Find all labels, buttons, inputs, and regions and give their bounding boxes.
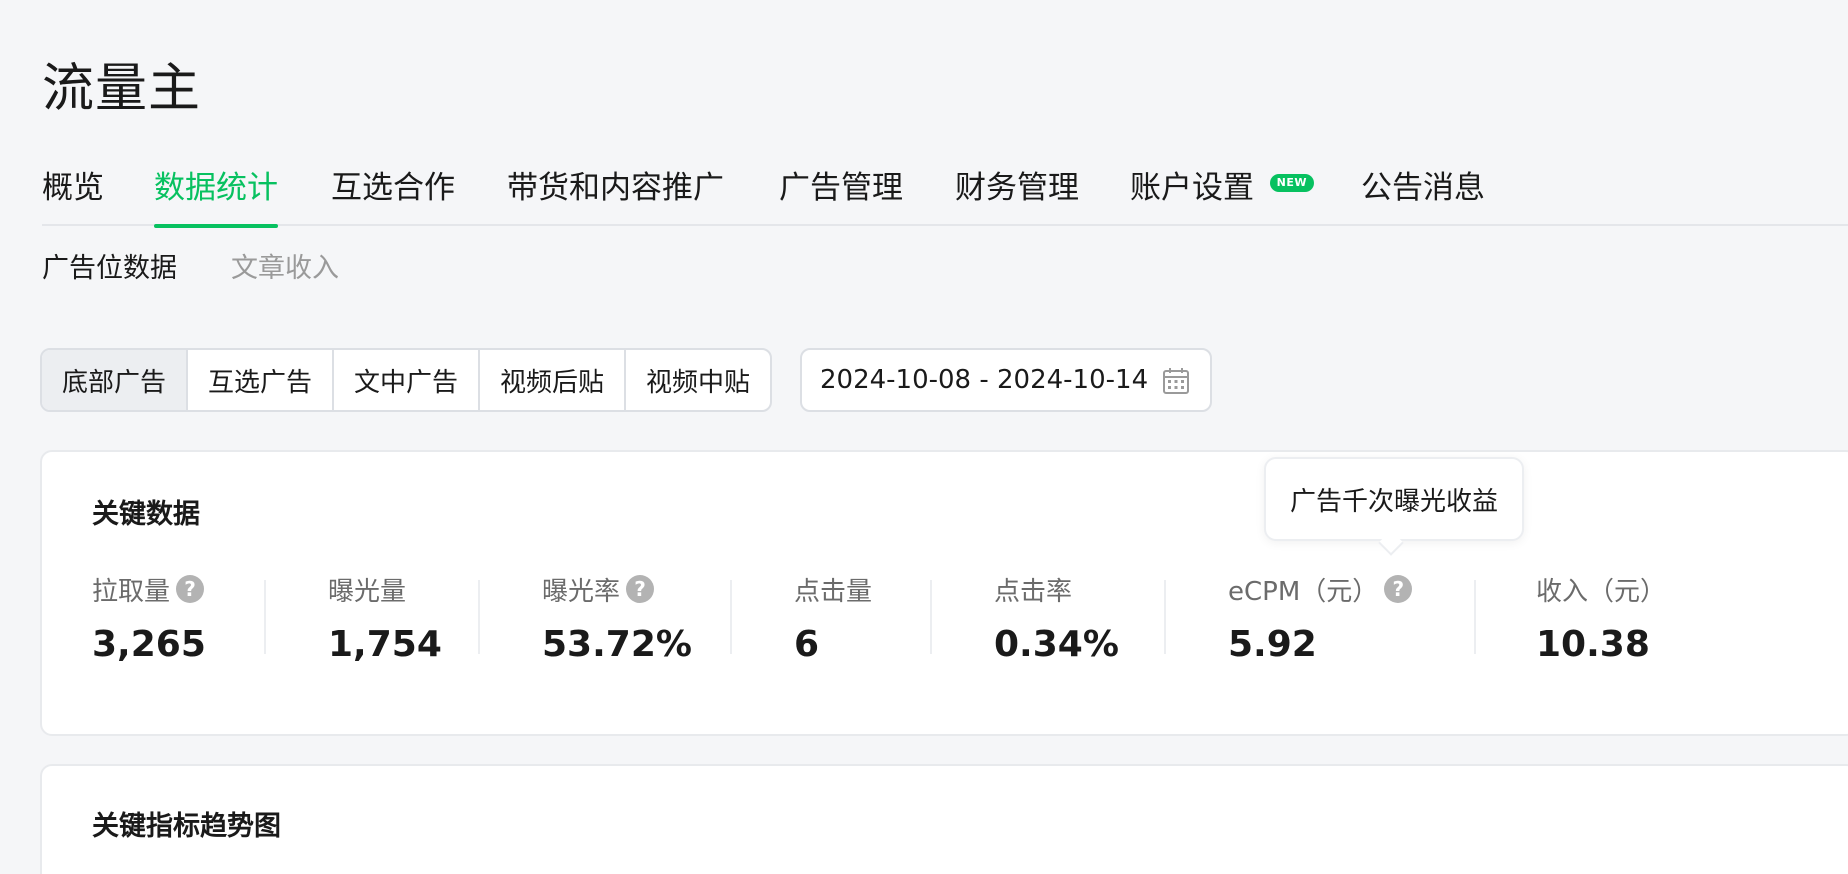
new-badge: NEW	[1269, 174, 1314, 192]
metric-value: 1,754	[328, 624, 442, 665]
trend-chart-title: 关键指标趋势图	[92, 811, 281, 842]
metric-divider	[1164, 580, 1166, 654]
tab-account-settings-label: 账户设置	[1130, 170, 1254, 206]
metric-label: eCPM（元）	[1228, 576, 1379, 607]
ecpm-tooltip: 广告千次曝光收益	[1264, 457, 1524, 541]
page: 流量主 概览 数据统计 互选合作 带货和内容推广 广告管理 财务管理 账户设置 …	[0, 0, 1848, 874]
metric-ecpm: eCPM（元） ? 5.92	[1228, 572, 1413, 665]
metric-impression-rate: 曝光率 ? 53.72%	[542, 572, 692, 665]
metric-divider	[478, 580, 480, 654]
tab-overview[interactable]: 概览	[42, 162, 104, 226]
metric-divider	[264, 580, 266, 654]
main-nav: 概览 数据统计 互选合作 带货和内容推广 广告管理 财务管理 账户设置 NEW …	[42, 158, 1848, 228]
metric-label: 曝光率	[542, 576, 621, 607]
subtab-ad-slot-data[interactable]: 广告位数据	[42, 246, 177, 285]
metric-pull-count: 拉取量 ? 3,265	[92, 572, 206, 665]
help-icon[interactable]: ?	[176, 575, 205, 603]
trend-chart-card: 关键指标趋势图	[40, 764, 1848, 874]
metric-label: 拉取量	[92, 576, 171, 607]
key-data-card: 关键数据 拉取量 ? 3,265 曝光量 1,754 曝光率 ? 53.72%	[40, 450, 1848, 736]
calendar-icon	[1163, 368, 1189, 394]
ad-type-video-post[interactable]: 视频后贴	[480, 350, 626, 410]
metric-divider	[930, 580, 932, 654]
tab-data-statistics[interactable]: 数据统计	[154, 162, 278, 228]
metric-clicks: 点击量 6	[794, 572, 873, 666]
metric-label: 曝光量	[328, 576, 407, 607]
tab-mutual-selection[interactable]: 互选合作	[331, 162, 455, 226]
metric-value: 10.38	[1536, 624, 1650, 665]
metric-impressions: 曝光量 1,754	[328, 572, 442, 666]
metric-label: 点击率	[994, 576, 1073, 607]
metric-value: 3,265	[92, 624, 206, 665]
ad-type-in-article[interactable]: 文中广告	[334, 350, 480, 410]
metric-value: 53.72%	[542, 624, 692, 665]
ad-type-mutual[interactable]: 互选广告	[188, 350, 334, 410]
metric-label: 收入（元）	[1536, 576, 1667, 607]
metric-label: 点击量	[794, 576, 873, 607]
metric-divider	[730, 580, 732, 654]
metric-value: 6	[794, 624, 820, 665]
page-title: 流量主	[42, 59, 202, 119]
metric-value: 5.92	[1228, 624, 1317, 665]
ad-type-selector: 底部广告 互选广告 文中广告 视频后贴 视频中贴	[40, 348, 772, 412]
help-icon[interactable]: ?	[626, 575, 655, 603]
metric-divider	[1474, 580, 1476, 654]
tab-finance-management[interactable]: 财务管理	[955, 162, 1079, 226]
subtab-article-income[interactable]: 文章收入	[231, 246, 339, 285]
key-data-title: 关键数据	[92, 499, 200, 530]
help-icon[interactable]: ?	[1384, 575, 1413, 603]
tab-ad-management[interactable]: 广告管理	[779, 162, 903, 226]
tab-account-settings[interactable]: 账户设置 NEW	[1130, 162, 1314, 226]
tab-announcements[interactable]: 公告消息	[1361, 162, 1485, 226]
metric-revenue: 收入（元） 10.38	[1536, 572, 1667, 666]
ad-type-video-mid[interactable]: 视频中贴	[626, 350, 770, 410]
date-range-value: 2024-10-08 - 2024-10-14	[820, 365, 1149, 395]
ad-type-bottom[interactable]: 底部广告	[42, 350, 188, 410]
tab-goods-content-promotion[interactable]: 带货和内容推广	[507, 162, 724, 226]
date-range-picker[interactable]: 2024-10-08 - 2024-10-14	[800, 348, 1212, 412]
metric-value: 0.34%	[994, 624, 1119, 665]
metric-ctr: 点击率 0.34%	[994, 572, 1119, 666]
